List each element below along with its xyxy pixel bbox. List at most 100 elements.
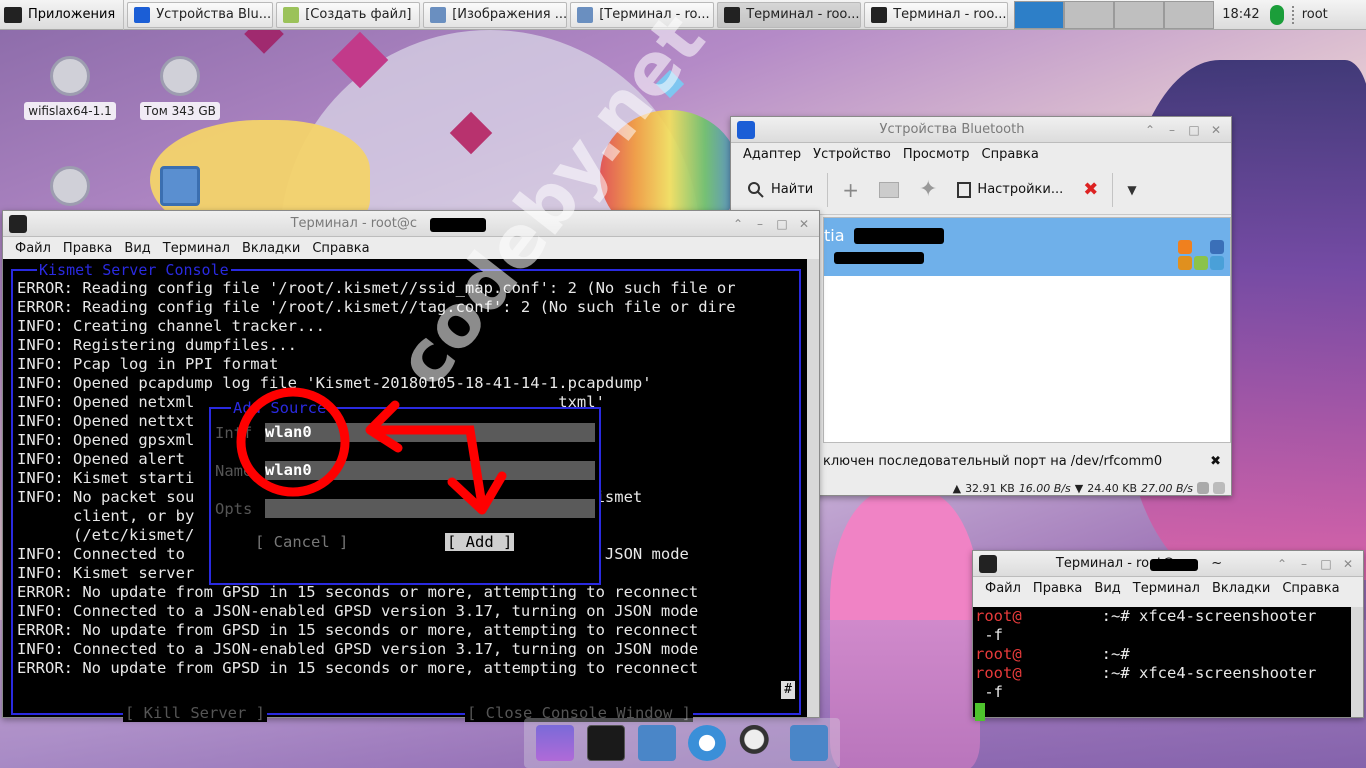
shade-button[interactable]: ⌃	[1275, 557, 1289, 571]
window-titlebar[interactable]: Устройства Bluetooth ⌃ – □ ✕	[731, 117, 1231, 143]
menu-help[interactable]: Справка	[1276, 581, 1345, 596]
menu-view[interactable]: Просмотр	[897, 147, 976, 162]
taskbar-item-terminal-2[interactable]: Терминал - roo...	[717, 1, 862, 28]
workspace-1[interactable]	[1014, 0, 1065, 29]
menu-edit[interactable]: Правка	[57, 241, 118, 256]
device-row-selected[interactable]: tia	[824, 218, 1230, 276]
menu-tabs[interactable]: Вкладки	[1206, 581, 1276, 596]
menu-view[interactable]: Вид	[1088, 581, 1126, 596]
settings-button-label: Настройки...	[977, 182, 1064, 197]
terminal-line: root@:~# xfce4-screenshooter	[975, 607, 1317, 625]
close-button[interactable]: ✕	[1209, 123, 1223, 137]
maximize-button[interactable]: □	[1187, 123, 1201, 137]
window-title: Устройства Bluetooth	[879, 122, 1025, 137]
intf-input[interactable]: wlan0	[265, 423, 595, 442]
menu-adapter[interactable]: Адаптер	[737, 147, 807, 162]
terminal-launcher-icon[interactable]	[586, 725, 625, 761]
shade-button[interactable]: ⌃	[731, 217, 745, 231]
remove-icon: ✖	[1083, 179, 1099, 200]
workspace-2[interactable]	[1064, 0, 1115, 29]
bluetooth-icon	[737, 120, 755, 139]
close-status-icon[interactable]: ✖	[1210, 454, 1221, 469]
maximize-button[interactable]: □	[1319, 557, 1333, 571]
log-line: INFO: Opened pcapdump log file 'Kismet-2…	[17, 374, 652, 392]
minimize-button[interactable]: –	[1297, 557, 1311, 571]
send-file-button[interactable]: ✦	[913, 172, 943, 208]
close-button[interactable]: ✕	[1341, 557, 1355, 571]
folder-icon[interactable]	[789, 725, 828, 761]
menu-tabs[interactable]: Вкладки	[236, 241, 306, 256]
taskbar-item-terminal-3[interactable]: Терминал - roo...	[864, 1, 1009, 28]
bluetooth-tray-icon[interactable]	[1269, 4, 1284, 25]
scrollbar[interactable]	[807, 259, 819, 717]
menu-device[interactable]: Устройство	[807, 147, 897, 162]
scrollbar[interactable]	[1351, 607, 1363, 717]
minimize-button[interactable]: –	[753, 217, 767, 231]
redaction-mark	[854, 228, 944, 244]
opts-input[interactable]	[265, 499, 595, 518]
close-button[interactable]: ✕	[797, 217, 811, 231]
device-status-icons	[1178, 240, 1224, 270]
taskbar-item-bluetooth[interactable]: Устройства Blu...	[127, 1, 274, 28]
keyboard-button[interactable]	[873, 172, 905, 208]
search-button[interactable]: Найти	[741, 172, 819, 208]
show-desktop-icon[interactable]	[536, 725, 575, 761]
taskbar-item-label: [Создать файл]	[305, 7, 412, 22]
browser-icon[interactable]	[688, 725, 727, 761]
add-button[interactable]: [ Add ]	[445, 533, 515, 551]
taskbar-item-create-file[interactable]: [Создать файл]	[276, 1, 421, 28]
shade-button[interactable]: ⌃	[1143, 123, 1157, 137]
cancel-button[interactable]: [ Cancel ]	[255, 533, 348, 551]
desktop-icon-volume[interactable]: Том 343 GB	[130, 56, 230, 120]
desktop-icon-folder[interactable]	[130, 166, 230, 212]
settings-button[interactable]: Настройки...	[951, 172, 1069, 208]
clock[interactable]: 18:42	[1222, 7, 1259, 22]
remove-button[interactable]: ✖	[1077, 172, 1104, 208]
signal-strength-icon	[1213, 482, 1225, 494]
minimize-button[interactable]: –	[1165, 123, 1179, 137]
paired-icon	[1210, 240, 1224, 254]
terminal-line: -f	[975, 626, 1003, 644]
menu-view[interactable]: Вид	[118, 241, 156, 256]
name-label: Name	[215, 461, 253, 480]
search-icon[interactable]	[738, 725, 777, 761]
kill-server-button[interactable]: [ Kill Server ]	[123, 704, 267, 722]
user-label[interactable]: root	[1302, 7, 1328, 22]
terminal-line	[973, 702, 1363, 721]
workspace-3[interactable]	[1114, 0, 1165, 29]
taskbar-item-images[interactable]: [Изображения ...	[423, 1, 568, 28]
menu-help[interactable]: Справка	[976, 147, 1045, 162]
drive-icon	[160, 56, 200, 96]
menu-edit[interactable]: Правка	[1027, 581, 1088, 596]
window-title: Терминал - root@c ~	[290, 216, 474, 231]
log-line: ERROR: Reading config file '/root/.kisme…	[17, 279, 736, 297]
file-manager-icon[interactable]	[637, 725, 676, 761]
applications-menu[interactable]: Приложения	[0, 0, 125, 30]
menu-file[interactable]: Файл	[979, 581, 1027, 596]
toolbar-overflow-button[interactable]: ▼	[1121, 172, 1142, 208]
toolbar-separator	[827, 172, 829, 207]
add-source-dialog: Add Source Intf wlan0 Name wlan0 Opts [ …	[209, 399, 601, 585]
log-line: ERROR: No update from GPSD in 15 seconds…	[17, 659, 699, 677]
upload-arrow-icon: ▲	[952, 481, 962, 495]
workspace-4[interactable]	[1164, 0, 1215, 29]
maximize-button[interactable]: □	[775, 217, 789, 231]
download-total: 24.40 KB	[1087, 481, 1138, 495]
terminal-area[interactable]: root@:~# xfce4-screenshooter -f root@:~#…	[973, 607, 1363, 721]
name-input[interactable]: wlan0	[265, 461, 595, 480]
drive-icon	[50, 166, 90, 206]
menu-terminal[interactable]: Терминал	[157, 241, 236, 256]
terminal-cursor	[975, 702, 985, 721]
window-titlebar[interactable]: Терминал - root@c ~ ⌃ – □ ✕	[3, 211, 819, 237]
battery-icon	[1194, 256, 1208, 270]
signal-icon	[1210, 256, 1224, 270]
menu-terminal[interactable]: Терминал	[1127, 581, 1206, 596]
desktop-icon-drive[interactable]	[20, 166, 120, 212]
add-device-button[interactable]: +	[836, 172, 865, 208]
desktop-icon-wifislax[interactable]: wifislax64-1.1	[20, 56, 120, 120]
taskbar-item-label: [Изображения ...	[452, 7, 568, 22]
menu-help[interactable]: Справка	[306, 241, 375, 256]
menu-file[interactable]: Файл	[9, 241, 57, 256]
desktop-icon-label: wifislax64-1.1	[24, 102, 116, 120]
